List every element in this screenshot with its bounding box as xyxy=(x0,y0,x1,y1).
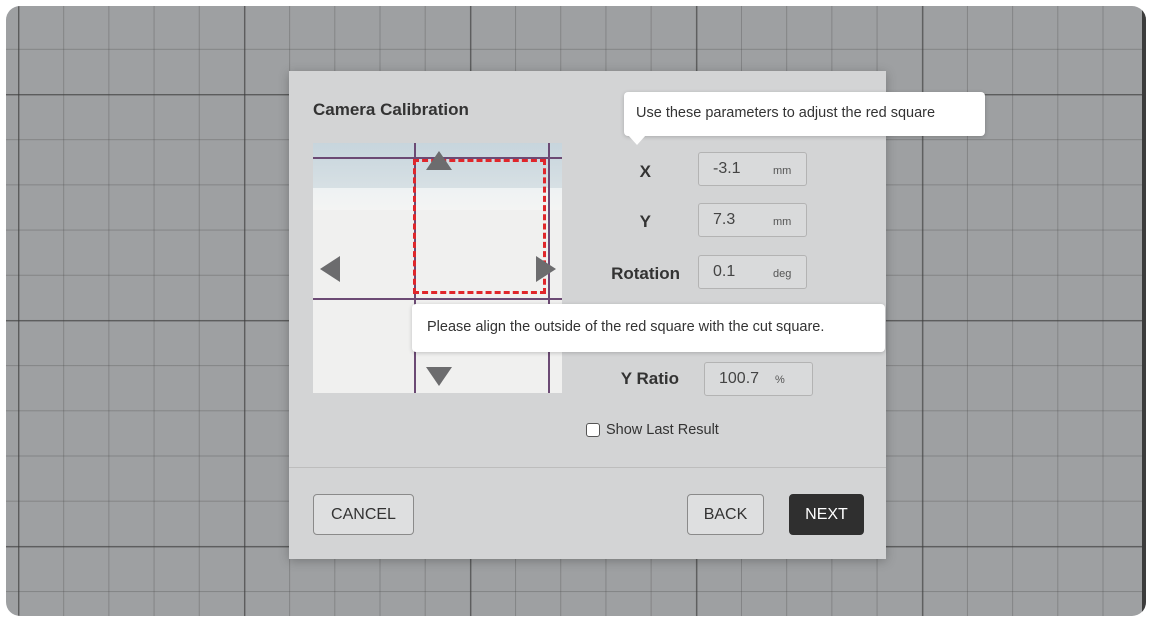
rotation-label: Rotation xyxy=(611,264,680,283)
triangle-left-icon[interactable] xyxy=(320,256,340,282)
show-last-result[interactable]: Show Last Result xyxy=(586,422,719,438)
rotation-value: 0.1 xyxy=(713,263,736,280)
red-calibration-square[interactable] xyxy=(413,159,546,294)
x-label: X xyxy=(639,162,651,181)
cancel-button[interactable]: CANCEL xyxy=(313,494,414,535)
y-ratio-unit: % xyxy=(775,374,785,386)
y-ratio-label: Y Ratio xyxy=(620,369,679,388)
footer-divider xyxy=(289,467,886,468)
x-unit: mm xyxy=(773,165,792,177)
x-input[interactable]: -3.1 mm xyxy=(698,152,807,186)
show-last-result-checkbox[interactable] xyxy=(586,423,600,437)
next-button[interactable]: NEXT xyxy=(789,494,864,535)
align-tooltip-text: Please align the outside of the red squa… xyxy=(427,319,825,335)
y-input[interactable]: 7.3 mm xyxy=(698,203,807,237)
triangle-right-icon[interactable] xyxy=(536,256,556,282)
triangle-up-icon[interactable] xyxy=(426,151,452,170)
align-tooltip: Please align the outside of the red squa… xyxy=(412,304,885,352)
y-ratio-value: 100.7 xyxy=(719,370,760,387)
params-tooltip: Use these parameters to adjust the red s… xyxy=(624,92,985,145)
dialog-title: Camera Calibration xyxy=(313,100,469,119)
y-label: Y xyxy=(639,212,651,231)
tooltip-tail xyxy=(628,135,646,145)
rotation-unit: deg xyxy=(773,268,792,280)
workspace-edge xyxy=(1142,6,1146,616)
show-last-result-label: Show Last Result xyxy=(606,422,719,438)
triangle-down-icon[interactable] xyxy=(426,367,452,386)
y-unit: mm xyxy=(773,216,792,228)
camera-preview xyxy=(313,143,562,393)
y-ratio-input[interactable]: 100.7 % xyxy=(704,362,813,396)
cut-line xyxy=(313,298,562,300)
back-button[interactable]: BACK xyxy=(687,494,764,535)
params-tooltip-text: Use these parameters to adjust the red s… xyxy=(636,105,936,121)
y-value: 7.3 xyxy=(713,211,736,228)
x-value: -3.1 xyxy=(713,160,741,177)
rotation-input[interactable]: 0.1 deg xyxy=(698,255,807,289)
